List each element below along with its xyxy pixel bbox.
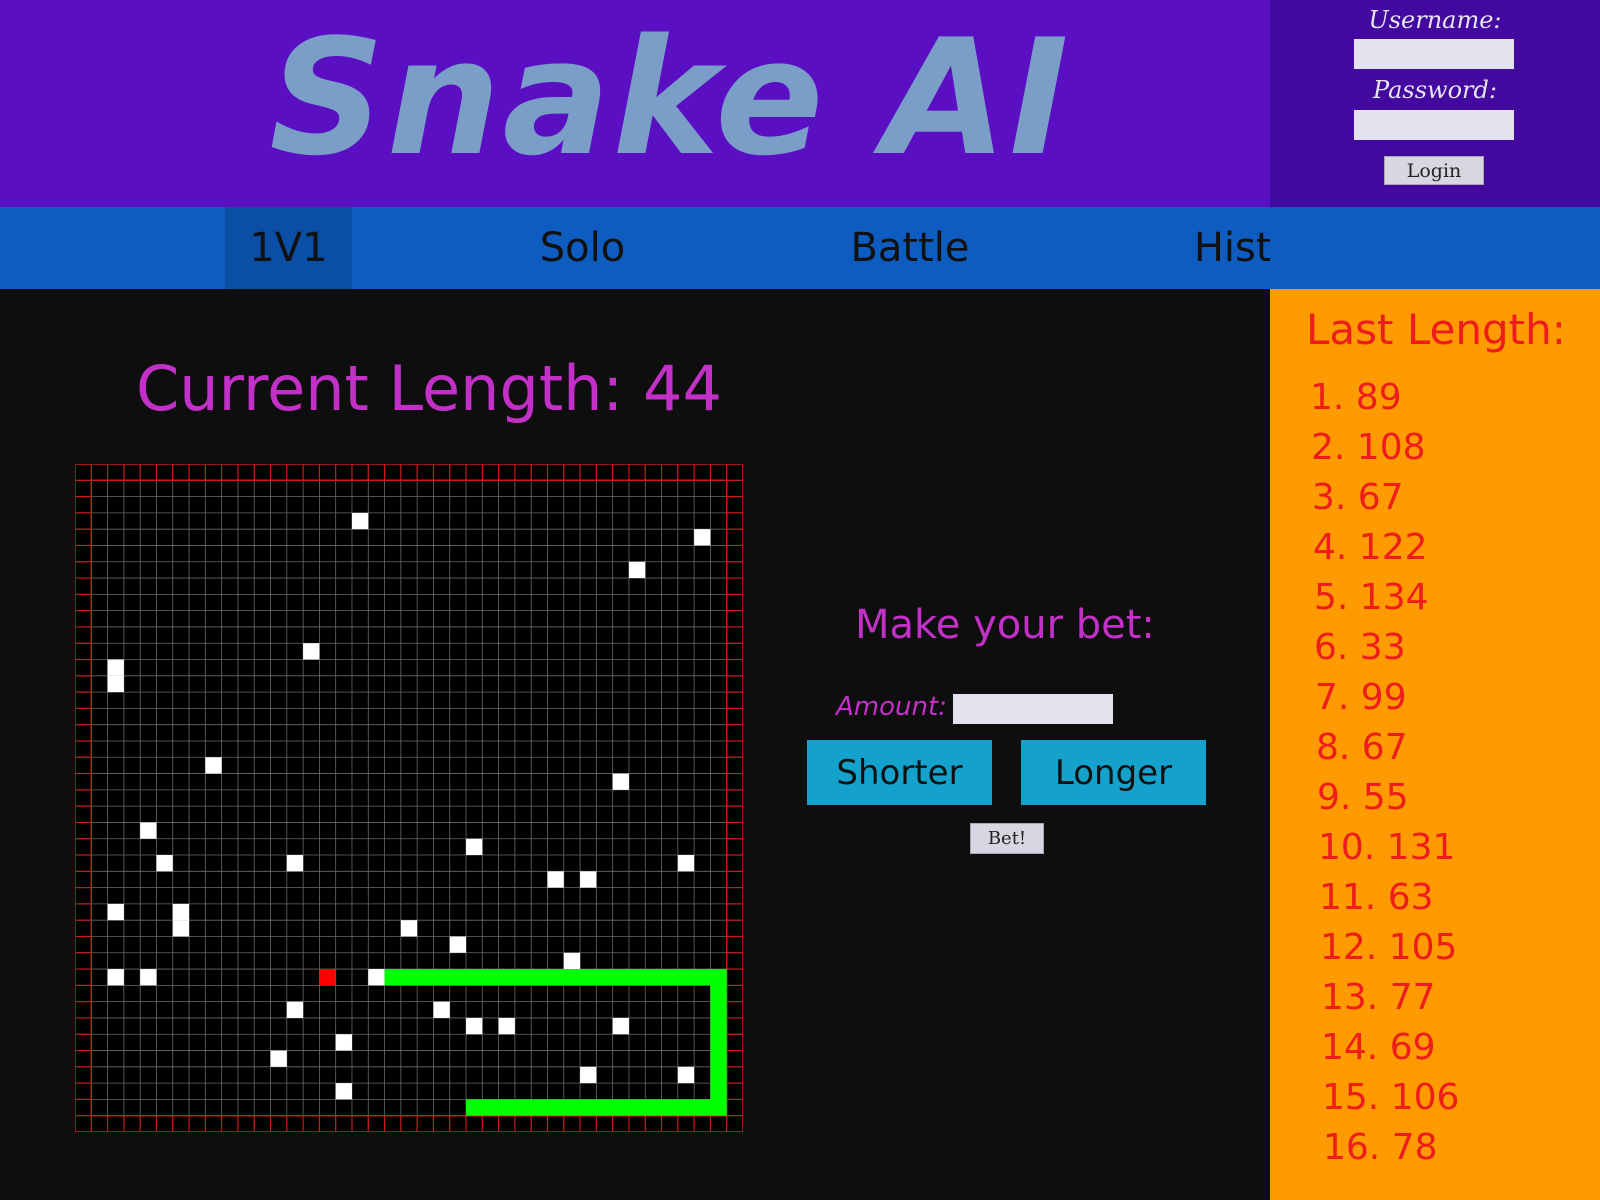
obstacle-block	[368, 969, 385, 986]
obstacle-block	[400, 920, 418, 937]
list-item: 13. 77	[1321, 977, 1436, 1018]
obstacle-block	[270, 1050, 287, 1067]
list-item: 5. 134	[1314, 577, 1429, 618]
obstacle-block	[677, 855, 695, 872]
tab-battle[interactable]: Battle	[820, 207, 1000, 289]
obstacle-block	[351, 512, 369, 530]
obstacle-block	[107, 659, 124, 676]
obstacle-block	[335, 1034, 352, 1051]
obstacle-block	[433, 1001, 450, 1018]
list-item: 2. 108	[1311, 427, 1426, 468]
list-item: 8. 67	[1316, 727, 1408, 768]
current-length-label: Current Length:	[136, 352, 624, 425]
list-item: 15. 106	[1322, 1077, 1460, 1118]
last-length-title: Last Length:	[1306, 305, 1566, 354]
obstacle-block	[580, 1066, 597, 1084]
obstacle-block	[205, 757, 222, 774]
obstacle-block	[580, 871, 597, 888]
login-button[interactable]: Login	[1384, 156, 1484, 185]
list-item: 14. 69	[1321, 1027, 1436, 1068]
obstacle-block	[107, 675, 124, 693]
obstacle-block	[107, 903, 124, 921]
amount-label: Amount:	[836, 692, 947, 722]
bet-title: Make your bet:	[855, 602, 1155, 648]
obstacle-block	[612, 773, 629, 790]
obstacle-block	[677, 1066, 695, 1084]
last-length-panel: Last Length: 1. 89 2. 108 3. 67 4. 122 5…	[1270, 289, 1600, 1200]
obstacle-block	[172, 903, 190, 921]
list-item: 16. 78	[1323, 1127, 1438, 1168]
tab-1v1[interactable]: 1V1	[225, 207, 352, 289]
list-item: 11. 63	[1319, 877, 1434, 918]
obstacle-block	[303, 643, 320, 660]
password-label: Password:	[1373, 76, 1497, 104]
obstacle-block	[286, 1001, 304, 1018]
obstacle-block	[694, 529, 711, 546]
obstacle-block	[140, 969, 157, 986]
list-item: 1. 89	[1310, 377, 1402, 418]
obstacle-block	[286, 855, 304, 872]
obstacle-block	[498, 1017, 515, 1035]
obstacle-block	[156, 855, 173, 872]
app-title: Snake AI	[269, 4, 1071, 191]
obstacle-block	[172, 920, 190, 937]
main-nav: 1V1 Solo Battle History	[0, 207, 1336, 289]
username-label: Username:	[1368, 6, 1502, 34]
username-input[interactable]	[1354, 39, 1514, 69]
amount-input[interactable]	[953, 694, 1113, 724]
obstacle-block	[449, 936, 467, 953]
current-length-readout: Current Length: 44	[136, 352, 722, 425]
nav-extension	[1270, 207, 1600, 289]
obstacle-block	[628, 561, 646, 579]
obstacle-block	[107, 969, 124, 986]
password-input[interactable]	[1354, 110, 1514, 140]
list-item: 10. 131	[1318, 827, 1456, 868]
food-pellet	[319, 969, 336, 986]
current-length-value: 44	[643, 352, 722, 425]
obstacle-block	[547, 871, 564, 888]
obstacle-block	[466, 838, 483, 856]
list-item: 9. 55	[1317, 777, 1409, 818]
obstacle-block	[140, 822, 157, 839]
obstacle-block	[466, 1017, 483, 1035]
list-item: 12. 105	[1320, 927, 1458, 968]
obstacle-block	[563, 952, 581, 970]
list-item: 6. 33	[1314, 627, 1406, 668]
last-length-list: 1. 89 2. 108 3. 67 4. 122 5. 134 6. 33 7…	[1310, 373, 1459, 1173]
list-item: 3. 67	[1312, 477, 1404, 518]
list-item: 7. 99	[1315, 677, 1407, 718]
obstacle-block	[335, 1083, 352, 1100]
tab-solo[interactable]: Solo	[500, 207, 665, 289]
shorter-button[interactable]: Shorter	[807, 740, 992, 805]
obstacle-block	[612, 1017, 629, 1035]
bet-button[interactable]: Bet!	[970, 823, 1044, 854]
login-panel: Username: Password: Login	[1270, 0, 1600, 207]
list-item: 4. 122	[1313, 527, 1428, 568]
longer-button[interactable]: Longer	[1021, 740, 1206, 805]
game-board	[75, 464, 743, 1132]
header-banner: Snake AI	[0, 0, 1270, 207]
